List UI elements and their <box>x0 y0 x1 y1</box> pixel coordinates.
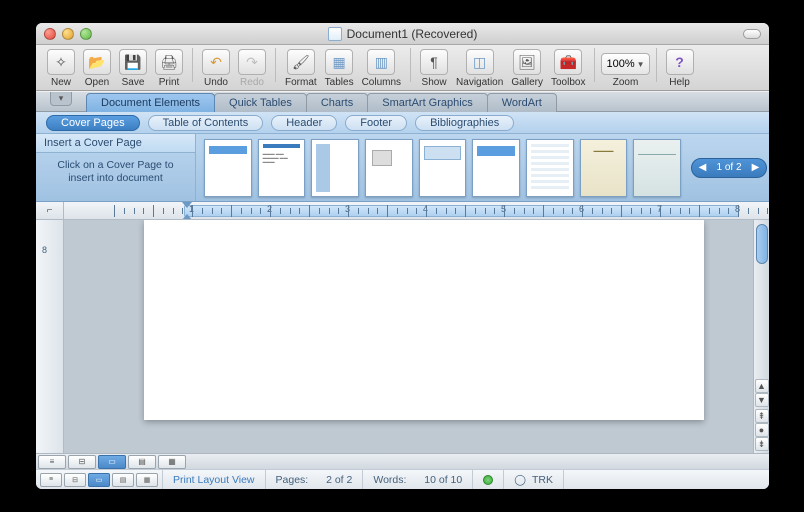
document-area: 8 ▲ ▼ ⇞ ● ⇟ <box>36 220 769 453</box>
vertical-ruler[interactable]: 8 <box>36 220 64 453</box>
tab-wordart[interactable]: WordArt <box>487 93 557 112</box>
app-window: Document1 (Recovered) ✧New 📂Open 💾Save 🖨… <box>36 23 769 489</box>
status-bar: ≡ ⊟ ▭ ▤ ▦ Print Layout View Pages: 2 of … <box>36 469 769 489</box>
track-changes-status[interactable]: ◯ TRK <box>504 470 564 489</box>
tab-document-elements[interactable]: Document Elements <box>86 93 215 112</box>
tab-charts[interactable]: Charts <box>306 93 368 112</box>
view-normal-button[interactable]: ≡ <box>38 455 66 469</box>
ribbon-subtabs: Cover Pages Table of Contents Header Foo… <box>36 112 769 134</box>
tab-stop-selector[interactable]: ⌐ <box>36 202 64 219</box>
cover-page-thumb-8[interactable]: ▬▬▬▬▬ <box>580 139 628 197</box>
format-button[interactable]: 🖌Format <box>282 49 320 90</box>
cover-page-thumb-9[interactable] <box>633 139 681 197</box>
horizontal-scrollbar-row: ≡ ⊟ ▭ ▤ ▦ <box>36 453 769 469</box>
pages-status[interactable]: Pages: 2 of 2 <box>266 470 364 489</box>
view-publishing-button[interactable]: ▦ <box>158 455 186 469</box>
print-button[interactable]: 🖨Print <box>152 49 186 90</box>
view-notebook-button[interactable]: ▤ <box>128 455 156 469</box>
scroll-up-button[interactable]: ▲ <box>755 379 769 393</box>
subtab-table-of-contents[interactable]: Table of Contents <box>148 115 264 131</box>
spell-check-status[interactable] <box>473 470 504 489</box>
show-button[interactable]: ¶Show <box>417 49 451 90</box>
subtab-footer[interactable]: Footer <box>345 115 407 131</box>
zoom-label: Zoom <box>613 77 639 88</box>
cover-page-thumb-2[interactable]: ▬▬▬ ▬▬ ▬▬▬▬ ▬▬ ▬▬▬ <box>258 139 306 197</box>
view-mode-label[interactable]: Print Layout View <box>163 470 266 489</box>
tab-quick-tables[interactable]: Quick Tables <box>214 93 307 112</box>
ribbon-collapse-button[interactable]: ▾ <box>50 92 72 106</box>
save-button[interactable]: 💾Save <box>116 49 150 90</box>
scroll-thumb[interactable] <box>756 224 768 264</box>
window-title: Document1 (Recovered) <box>347 27 478 41</box>
columns-button[interactable]: ▥Columns <box>359 49 404 90</box>
subtab-header[interactable]: Header <box>271 115 337 131</box>
toolbox-button[interactable]: 🧰Toolbox <box>548 49 588 90</box>
new-button[interactable]: ✧New <box>44 49 78 90</box>
cover-page-thumb-3[interactable] <box>311 139 359 197</box>
spell-ok-icon <box>483 475 493 485</box>
help-button[interactable]: ?Help <box>663 49 697 90</box>
navigation-button[interactable]: ◫Navigation <box>453 49 506 90</box>
toolbar-toggle-button[interactable] <box>743 29 761 39</box>
status-view-publishing[interactable]: ▦ <box>136 473 158 487</box>
cover-page-gallery: Insert a Cover Page Click on a Cover Pag… <box>36 134 769 202</box>
cover-page-thumb-7[interactable] <box>526 139 574 197</box>
gallery-button[interactable]: 🖼Gallery <box>508 49 546 90</box>
subtab-cover-pages[interactable]: Cover Pages <box>46 115 140 131</box>
tables-button[interactable]: ▦Tables <box>322 49 357 90</box>
first-line-indent-marker[interactable] <box>182 214 192 219</box>
titlebar: Document1 (Recovered) <box>36 23 769 45</box>
document-page[interactable] <box>144 220 704 420</box>
tab-smartart-graphics[interactable]: SmartArt Graphics <box>367 93 487 112</box>
cover-page-thumb-1[interactable] <box>204 139 252 197</box>
redo-button[interactable]: ↷Redo <box>235 49 269 90</box>
words-status[interactable]: Words: 10 of 10 <box>363 470 473 489</box>
document-viewport[interactable] <box>64 220 769 453</box>
cover-page-thumb-4[interactable] <box>365 139 413 197</box>
open-button[interactable]: 📂Open <box>80 49 114 90</box>
browse-object-button[interactable]: ● <box>755 423 769 437</box>
view-outline-button[interactable]: ⊟ <box>68 455 96 469</box>
gallery-page-indicator: 1 of 2 <box>710 162 747 173</box>
subtab-bibliographies[interactable]: Bibliographies <box>415 115 514 131</box>
vertical-scrollbar[interactable]: ▲ ▼ ⇞ ● ⇟ <box>753 220 769 453</box>
status-view-print[interactable]: ▭ <box>88 473 110 487</box>
next-page-button[interactable]: ⇟ <box>755 437 769 451</box>
horizontal-ruler[interactable]: ⌐ 12345678 <box>36 202 769 220</box>
gallery-prev-button[interactable]: ◀ <box>694 162 710 173</box>
scroll-down-button[interactable]: ▼ <box>755 393 769 407</box>
gallery-hint: Click on a Cover Page to insert into doc… <box>36 153 195 191</box>
status-view-notebook[interactable]: ▤ <box>112 473 134 487</box>
gallery-next-button[interactable]: ▶ <box>748 162 764 173</box>
gallery-pager: ◀ 1 of 2 ▶ <box>691 158 766 178</box>
status-view-draft[interactable]: ≡ <box>40 473 62 487</box>
undo-button[interactable]: ↶Undo <box>199 49 233 90</box>
ribbon-tabs: ▾ Document Elements Quick Tables Charts … <box>36 91 769 112</box>
status-view-outline[interactable]: ⊟ <box>64 473 86 487</box>
zoom-dropdown[interactable]: 100%▼ <box>601 53 649 75</box>
main-toolbar: ✧New 📂Open 💾Save 🖨Print ↶Undo ↷Redo 🖌For… <box>36 45 769 91</box>
view-page-layout-button[interactable]: ▭ <box>98 455 126 469</box>
insert-cover-page-command[interactable]: Insert a Cover Page <box>36 134 195 153</box>
cover-page-thumb-5[interactable] <box>419 139 467 197</box>
prev-page-button[interactable]: ⇞ <box>755 409 769 423</box>
document-icon <box>328 27 342 41</box>
cover-page-thumb-6[interactable] <box>472 139 520 197</box>
